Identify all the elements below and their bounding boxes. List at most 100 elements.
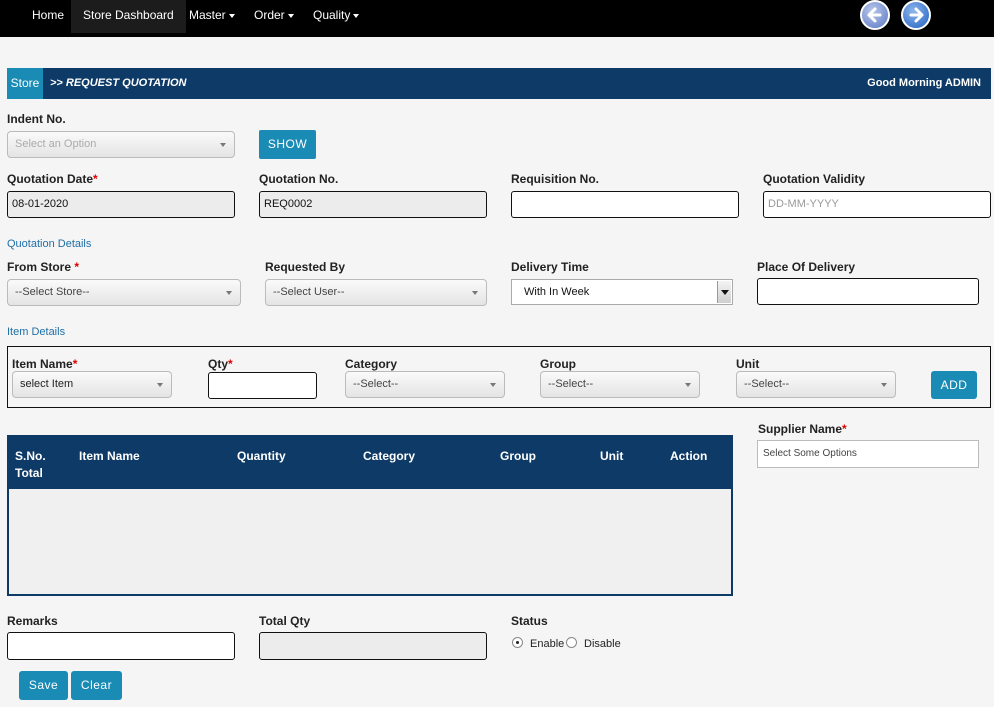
delivery-time-select[interactable]: With In Week bbox=[511, 279, 733, 305]
category-label: Category bbox=[345, 357, 398, 371]
qty-label-text: Qty bbox=[208, 357, 229, 371]
nav-store-dashboard-label: Store Dashboard bbox=[83, 8, 174, 22]
qty-label: Qty* bbox=[208, 357, 233, 371]
dropdown-arrow-icon bbox=[721, 290, 729, 295]
nav-order-label: Order bbox=[254, 8, 285, 22]
back-button[interactable] bbox=[860, 0, 890, 30]
nav-order[interactable]: Order bbox=[242, 0, 306, 33]
supplier-select[interactable]: Select Some Options bbox=[757, 440, 979, 468]
nav-quality[interactable]: Quality bbox=[301, 0, 371, 33]
group-label: Group bbox=[540, 357, 576, 371]
remarks-label: Remarks bbox=[7, 614, 58, 628]
column-header-category: Category bbox=[363, 449, 416, 463]
from-store-label: From Store * bbox=[7, 260, 79, 274]
nav-store-dashboard[interactable]: Store Dashboard bbox=[71, 0, 186, 33]
quotation-date-label-text: Quotation Date bbox=[7, 172, 93, 186]
from-store-select-value: --Select Store-- bbox=[15, 286, 90, 298]
remarks-field[interactable] bbox=[7, 632, 235, 660]
requested-by-label: Requested By bbox=[265, 260, 346, 274]
group-select-value: --Select-- bbox=[548, 378, 594, 390]
show-button[interactable]: SHOW bbox=[259, 130, 316, 159]
supplier-name-label-text: Supplier Name bbox=[758, 422, 843, 436]
dropdown-button[interactable] bbox=[717, 281, 731, 303]
nav-master-label: Master bbox=[189, 8, 226, 22]
requisition-no-field[interactable] bbox=[511, 191, 739, 218]
add-item-button[interactable]: ADD bbox=[931, 371, 977, 399]
quotation-validity-field[interactable]: DD-MM-YYYY bbox=[763, 191, 991, 218]
item-name-label-text: Item Name bbox=[12, 357, 73, 371]
quotation-validity-label: Quotation Validity bbox=[763, 172, 866, 186]
required-marker: * bbox=[72, 357, 78, 371]
column-header-group: Group bbox=[500, 449, 536, 463]
dropdown-arrow-icon bbox=[157, 383, 163, 387]
caret-down-icon bbox=[287, 13, 294, 18]
unit-select-value: --Select-- bbox=[744, 378, 790, 390]
indent-select-value: Select an Option bbox=[15, 138, 97, 150]
arrow-left-icon bbox=[867, 7, 882, 23]
item-name-select[interactable]: select Item bbox=[12, 371, 172, 398]
required-marker: * bbox=[228, 357, 233, 371]
nav-quality-label: Quality bbox=[313, 8, 351, 22]
clear-button[interactable]: Clear bbox=[71, 671, 122, 700]
arrow-right-icon bbox=[909, 7, 924, 23]
column-header-item-name: Item Name bbox=[79, 449, 140, 463]
quotation-details-heading: Quotation Details bbox=[7, 238, 92, 250]
category-select[interactable]: --Select-- bbox=[345, 371, 505, 398]
breadcrumb-store[interactable]: Store bbox=[7, 68, 43, 99]
dropdown-arrow-icon bbox=[226, 291, 232, 295]
group-select[interactable]: --Select-- bbox=[540, 371, 700, 398]
dropdown-arrow-icon bbox=[490, 383, 496, 387]
items-table: S.No. Total Item Name Quantity Category … bbox=[7, 435, 733, 596]
requisition-no-label: Requisition No. bbox=[511, 172, 599, 186]
supplier-name-label: Supplier Name* bbox=[758, 422, 847, 436]
item-name-select-value: select Item bbox=[20, 378, 74, 390]
unit-label: Unit bbox=[736, 357, 760, 371]
greeting-text: Good Morning ADMIN bbox=[867, 77, 981, 89]
total-qty-field[interactable] bbox=[259, 632, 487, 660]
dropdown-arrow-icon bbox=[881, 383, 887, 387]
delivery-time-select-value: With In Week bbox=[524, 286, 590, 298]
page-title: >> REQUEST QUOTATION bbox=[50, 77, 187, 89]
dropdown-arrow-icon bbox=[472, 291, 478, 295]
requested-by-select-value: --Select User-- bbox=[273, 286, 345, 298]
required-marker: * bbox=[74, 260, 80, 274]
top-navbar: Home Store Dashboard Master Order Qualit… bbox=[0, 0, 994, 37]
unit-select[interactable]: --Select-- bbox=[736, 371, 896, 398]
status-enable-radio[interactable] bbox=[512, 637, 523, 648]
nav-master[interactable]: Master bbox=[177, 0, 247, 33]
column-header-unit: Unit bbox=[600, 449, 624, 463]
page-title-bar: Store >> REQUEST QUOTATION Good Morning … bbox=[7, 68, 991, 99]
place-of-delivery-field[interactable] bbox=[757, 278, 979, 305]
status-enable-label: Enable bbox=[530, 638, 565, 650]
place-of-delivery-label: Place Of Delivery bbox=[757, 260, 856, 274]
required-marker: * bbox=[93, 172, 98, 186]
forward-button[interactable] bbox=[901, 0, 931, 30]
qty-field[interactable] bbox=[208, 372, 317, 399]
from-store-select[interactable]: --Select Store-- bbox=[7, 279, 241, 306]
dropdown-arrow-icon bbox=[220, 143, 226, 147]
from-store-label-text: From Store bbox=[7, 260, 72, 274]
quotation-no-label: Quotation No. bbox=[259, 172, 339, 186]
save-button[interactable]: Save bbox=[19, 671, 68, 700]
delivery-time-label: Delivery Time bbox=[511, 260, 589, 274]
item-name-label: Item Name* bbox=[12, 357, 77, 371]
status-disable-radio[interactable] bbox=[566, 637, 577, 648]
item-details-heading: Item Details bbox=[7, 326, 66, 338]
column-header-quantity: Quantity bbox=[237, 449, 286, 463]
caret-down-icon bbox=[353, 13, 360, 18]
dropdown-arrow-icon bbox=[685, 383, 691, 387]
required-marker: * bbox=[842, 422, 847, 436]
requested-by-select[interactable]: --Select User-- bbox=[265, 279, 487, 306]
nav-home[interactable]: Home bbox=[20, 0, 76, 33]
quotation-no-field[interactable]: REQ0002 bbox=[259, 191, 487, 218]
column-header-sno: S.No. bbox=[15, 449, 46, 463]
items-table-header: S.No. Total Item Name Quantity Category … bbox=[9, 437, 731, 489]
status-label: Status bbox=[511, 614, 548, 628]
category-select-value: --Select-- bbox=[353, 378, 399, 390]
quotation-date-field[interactable]: 08-01-2020 bbox=[7, 191, 235, 218]
status-disable-label: Disable bbox=[584, 638, 621, 650]
total-qty-label: Total Qty bbox=[259, 614, 311, 628]
indent-label: Indent No. bbox=[7, 112, 66, 126]
quotation-date-label: Quotation Date* bbox=[7, 172, 98, 186]
indent-select[interactable]: Select an Option bbox=[7, 131, 235, 158]
